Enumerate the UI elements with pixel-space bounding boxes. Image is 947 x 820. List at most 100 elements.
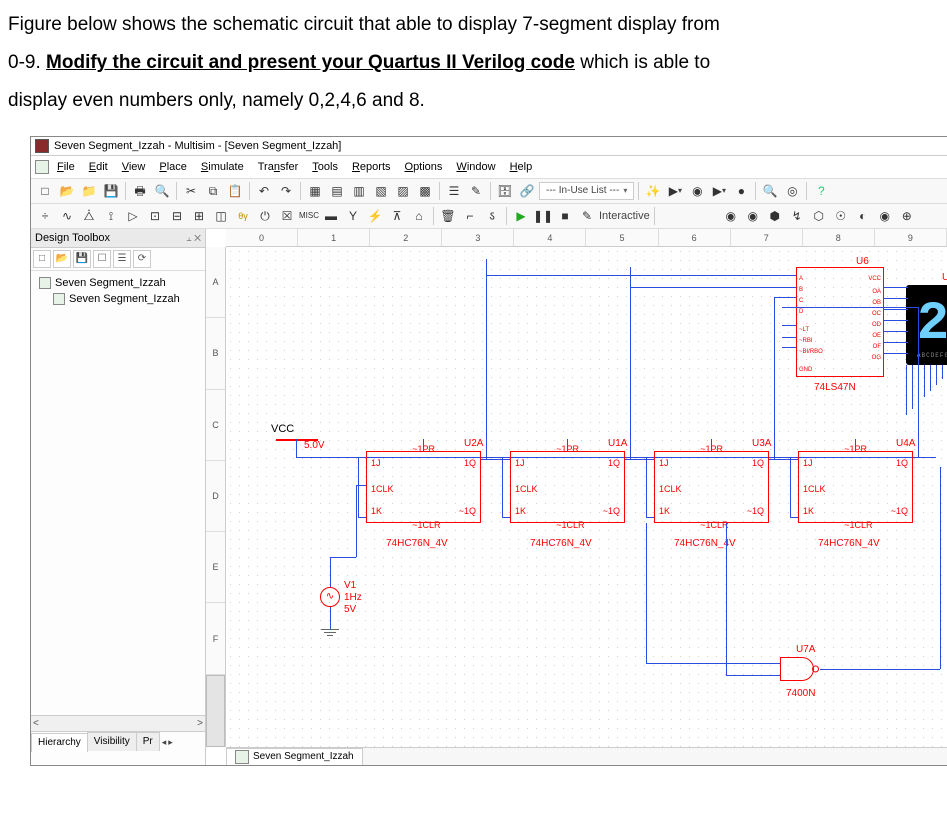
menu-edit[interactable]: Edit: [83, 158, 114, 176]
inst8-icon[interactable]: ◉: [875, 206, 895, 226]
inst5-icon[interactable]: ⬡: [809, 206, 829, 226]
ff-u4a[interactable]: 1J 1CLK 1K 1Q ~1Q ~1PR ~1CLR: [798, 451, 913, 523]
clock-source[interactable]: ∿: [320, 587, 340, 607]
panel-pin-icon[interactable]: ⫠ ✕: [186, 231, 201, 245]
menu-bar[interactable]: File Edit View Place Simulate Transfer T…: [31, 156, 947, 179]
undo-icon[interactable]: ↶: [254, 181, 274, 201]
save-icon[interactable]: 💾: [101, 181, 121, 201]
bus-icon[interactable]: ऽ: [482, 206, 502, 226]
tab-hierarchy[interactable]: Hierarchy: [31, 733, 88, 752]
nand-u7a[interactable]: [780, 657, 814, 681]
cut-icon[interactable]: ✂: [181, 181, 201, 201]
database-icon[interactable]: 🗄: [495, 181, 515, 201]
dig-icon[interactable]: ⊞: [189, 206, 209, 226]
link-icon[interactable]: 🔗: [517, 181, 537, 201]
vscroll-thumb[interactable]: [206, 675, 225, 747]
inst9-icon[interactable]: ⊕: [897, 206, 917, 226]
ff-u3a[interactable]: 1J 1CLK 1K 1Q ~1Q ~1PR ~1CLR: [654, 451, 769, 523]
redo-icon[interactable]: ↷: [276, 181, 296, 201]
ttl-icon[interactable]: ⊡: [145, 206, 165, 226]
misc2-icon[interactable]: ✎: [466, 181, 486, 201]
grid4-icon[interactable]: ▧: [371, 181, 391, 201]
menu-simulate[interactable]: Simulate: [195, 158, 250, 176]
pt-view-icon[interactable]: ☐: [93, 250, 111, 268]
menu-view[interactable]: View: [116, 158, 152, 176]
stop-icon[interactable]: ■: [555, 206, 575, 226]
tab-pr[interactable]: Pr: [136, 732, 160, 751]
ff-u2a[interactable]: 1J 1CLK 1K 1Q ~1Q ~1PR ~1CLR: [366, 451, 481, 523]
tab-visibility[interactable]: Visibility: [87, 732, 137, 751]
power-icon[interactable]: ⏻: [255, 206, 275, 226]
mcu-icon[interactable]: ⌂: [409, 206, 429, 226]
pt-open-icon[interactable]: 📂: [53, 250, 71, 268]
open-icon[interactable]: 📂: [57, 181, 77, 201]
ni-icon[interactable]: ⚡: [365, 206, 385, 226]
pt-refresh-icon[interactable]: ⟳: [133, 250, 151, 268]
pt-list-icon[interactable]: ☰: [113, 250, 131, 268]
ff-u1a[interactable]: 1J 1CLK 1K 1Q ~1Q ~1PR ~1CLR: [510, 451, 625, 523]
menu-options[interactable]: Options: [399, 158, 449, 176]
place1-icon[interactable]: ▶: [665, 181, 685, 201]
inst3-icon[interactable]: ⬢: [765, 206, 785, 226]
pt-new-icon[interactable]: □: [33, 250, 51, 268]
res-icon[interactable]: ∿: [57, 206, 77, 226]
in-use-list[interactable]: --- In-Use List ---: [539, 182, 634, 200]
preview-icon[interactable]: 🔍: [152, 181, 172, 201]
schematic-canvas[interactable]: VCC 5.0V U6 A B C D ~LT ~RBI ~BI/RBO GND…: [226, 247, 947, 747]
hier-icon[interactable]: ⌐: [460, 206, 480, 226]
misc4-icon[interactable]: MISC: [299, 206, 319, 226]
probe-icon[interactable]: ✎: [577, 206, 597, 226]
menu-transfer[interactable]: Transfer: [252, 158, 305, 176]
grid2-icon[interactable]: ▤: [327, 181, 347, 201]
help-icon[interactable]: ?: [811, 181, 831, 201]
zoom-icon[interactable]: 🔍: [760, 181, 780, 201]
inst6-icon[interactable]: ☉: [831, 206, 851, 226]
inst2-icon[interactable]: ◉: [743, 206, 763, 226]
tree-root[interactable]: Seven Segment_Izzah: [37, 275, 203, 291]
place2-icon[interactable]: ◉: [687, 181, 707, 201]
pause-icon[interactable]: ❚❚: [533, 206, 553, 226]
inst1-icon[interactable]: ◉: [721, 206, 741, 226]
menu-window[interactable]: Window: [450, 158, 501, 176]
inst4-icon[interactable]: ↯: [787, 206, 807, 226]
place3-icon[interactable]: ▶: [709, 181, 729, 201]
menu-file[interactable]: File: [51, 158, 81, 176]
em-icon[interactable]: Y: [343, 206, 363, 226]
grid6-icon[interactable]: ▩: [415, 181, 435, 201]
cmos-icon[interactable]: ⊟: [167, 206, 187, 226]
menu-place[interactable]: Place: [153, 158, 193, 176]
opamp-icon[interactable]: ▷: [123, 206, 143, 226]
target-icon[interactable]: ◎: [782, 181, 802, 201]
trash-icon[interactable]: 🗑: [438, 206, 458, 226]
panel-scroll[interactable]: <>: [31, 715, 205, 731]
menu-reports[interactable]: Reports: [346, 158, 397, 176]
place4-icon[interactable]: ●: [731, 181, 751, 201]
open2-icon[interactable]: 📁: [79, 181, 99, 201]
diode-icon[interactable]: ⧊: [79, 206, 99, 226]
trans-icon[interactable]: ⟟: [101, 206, 121, 226]
file-tab-active[interactable]: Seven Segment_Izzah: [226, 748, 363, 766]
print-icon[interactable]: 🖶: [130, 181, 150, 201]
run-icon[interactable]: ▶: [511, 206, 531, 226]
copy-icon[interactable]: ⧉: [203, 181, 223, 201]
misc1-icon[interactable]: ☰: [444, 181, 464, 201]
new-icon[interactable]: □: [35, 181, 55, 201]
pt-save-icon[interactable]: 💾: [73, 250, 91, 268]
menu-tools[interactable]: Tools: [306, 158, 344, 176]
design-tree[interactable]: Seven Segment_Izzah Seven Segment_Izzah: [31, 271, 205, 311]
grid3-icon[interactable]: ▥: [349, 181, 369, 201]
decoder-u6[interactable]: A B C D ~LT ~RBI ~BI/RBO GND VCC OA OB O…: [796, 267, 884, 377]
conn-icon[interactable]: ⊼: [387, 206, 407, 226]
misc3-icon[interactable]: ☒: [277, 206, 297, 226]
grid1-icon[interactable]: ▦: [305, 181, 325, 201]
source-icon[interactable]: ÷: [35, 206, 55, 226]
mix-icon[interactable]: ◫: [211, 206, 231, 226]
tab-arrows[interactable]: ◂▸: [159, 732, 176, 751]
ind-icon[interactable]: θγ: [233, 206, 253, 226]
rf-icon[interactable]: ▬: [321, 206, 341, 226]
grid5-icon[interactable]: ▨: [393, 181, 413, 201]
tree-child[interactable]: Seven Segment_Izzah: [37, 291, 203, 307]
inst7-icon[interactable]: ◐: [853, 206, 873, 226]
paste-icon[interactable]: 📋: [225, 181, 245, 201]
seven-seg-display[interactable]: 2 ABCDEFG: [906, 285, 947, 365]
